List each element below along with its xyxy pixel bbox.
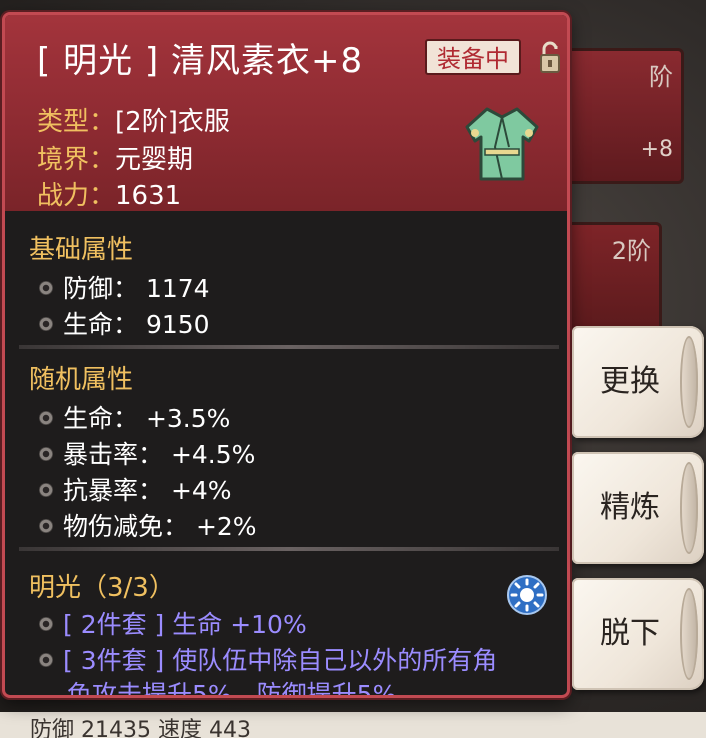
bullet-icon [39, 447, 53, 461]
bullet-icon [39, 317, 53, 331]
equipped-badge: 装备中 [425, 39, 521, 75]
type-key: 类型： [37, 107, 116, 137]
unlock-icon[interactable] [539, 41, 561, 75]
background-equipment-card-2[interactable]: 2阶 [560, 222, 662, 338]
background-equipment-card[interactable]: 阶 +8 [560, 48, 684, 184]
type-row: 类型：[2阶]衣服 [37, 101, 230, 138]
realm-value: 元婴期 [115, 145, 194, 175]
card-plus-label: +8 [640, 137, 673, 162]
set-bonus-3-continued: 色攻击提升5%、防御提升5% [67, 680, 397, 698]
set-bonus-title: 明光（3/3） [29, 573, 175, 603]
base-stat-defense: 防御： 1174 [39, 269, 210, 305]
item-title: [ 明光 ] 清风素衣+8 [37, 41, 364, 81]
card-tier-label-2: 2阶 [611, 237, 651, 265]
robe-icon [465, 107, 539, 181]
sun-set-icon [507, 575, 547, 615]
replace-button[interactable]: 更换 [572, 326, 704, 438]
bullet-icon [39, 411, 53, 425]
type-value: [2阶]衣服 [115, 107, 230, 137]
random-stat-hp: 生命： +3.5% [39, 399, 230, 435]
base-attributes-title: 基础属性 [29, 235, 134, 265]
random-stat-crit: 暴击率： +4.5% [39, 435, 255, 471]
bullet-icon [39, 653, 53, 667]
refine-button[interactable]: 精炼 [572, 452, 704, 564]
power-key: 战力： [37, 181, 116, 211]
bullet-icon [39, 519, 53, 533]
realm-key: 境界： [37, 145, 116, 175]
equipment-tooltip: [ 明光 ] 清风素衣+8 装备中 类型：[2阶]衣服 境界：元婴期 战力：16… [2, 12, 570, 698]
bullet-icon [39, 483, 53, 497]
power-value: 1631 [115, 181, 182, 211]
bullet-icon [39, 617, 53, 631]
power-row: 战力：1631 [37, 175, 181, 212]
random-attributes-title: 随机属性 [29, 365, 134, 395]
realm-row: 境界：元婴期 [37, 139, 193, 176]
section-divider [19, 547, 559, 551]
card-tier-label: 阶 [649, 63, 673, 91]
base-stat-hp: 生命： 9150 [39, 305, 210, 341]
set-bonus-3: [ 3件套 ] 使队伍中除自己以外的所有角 [39, 641, 497, 677]
section-divider [19, 345, 559, 349]
random-stat-crit-resist: 抗暴率： +4% [39, 471, 232, 507]
random-stat-phys-reduction: 物伤减免： +2% [39, 507, 257, 543]
bullet-icon [39, 281, 53, 295]
set-bonus-2: [ 2件套 ] 生命 +10% [39, 605, 307, 641]
unequip-button[interactable]: 脱下 [572, 578, 704, 690]
background-stat-strip: 防御 21435 速度 443 [0, 712, 706, 738]
